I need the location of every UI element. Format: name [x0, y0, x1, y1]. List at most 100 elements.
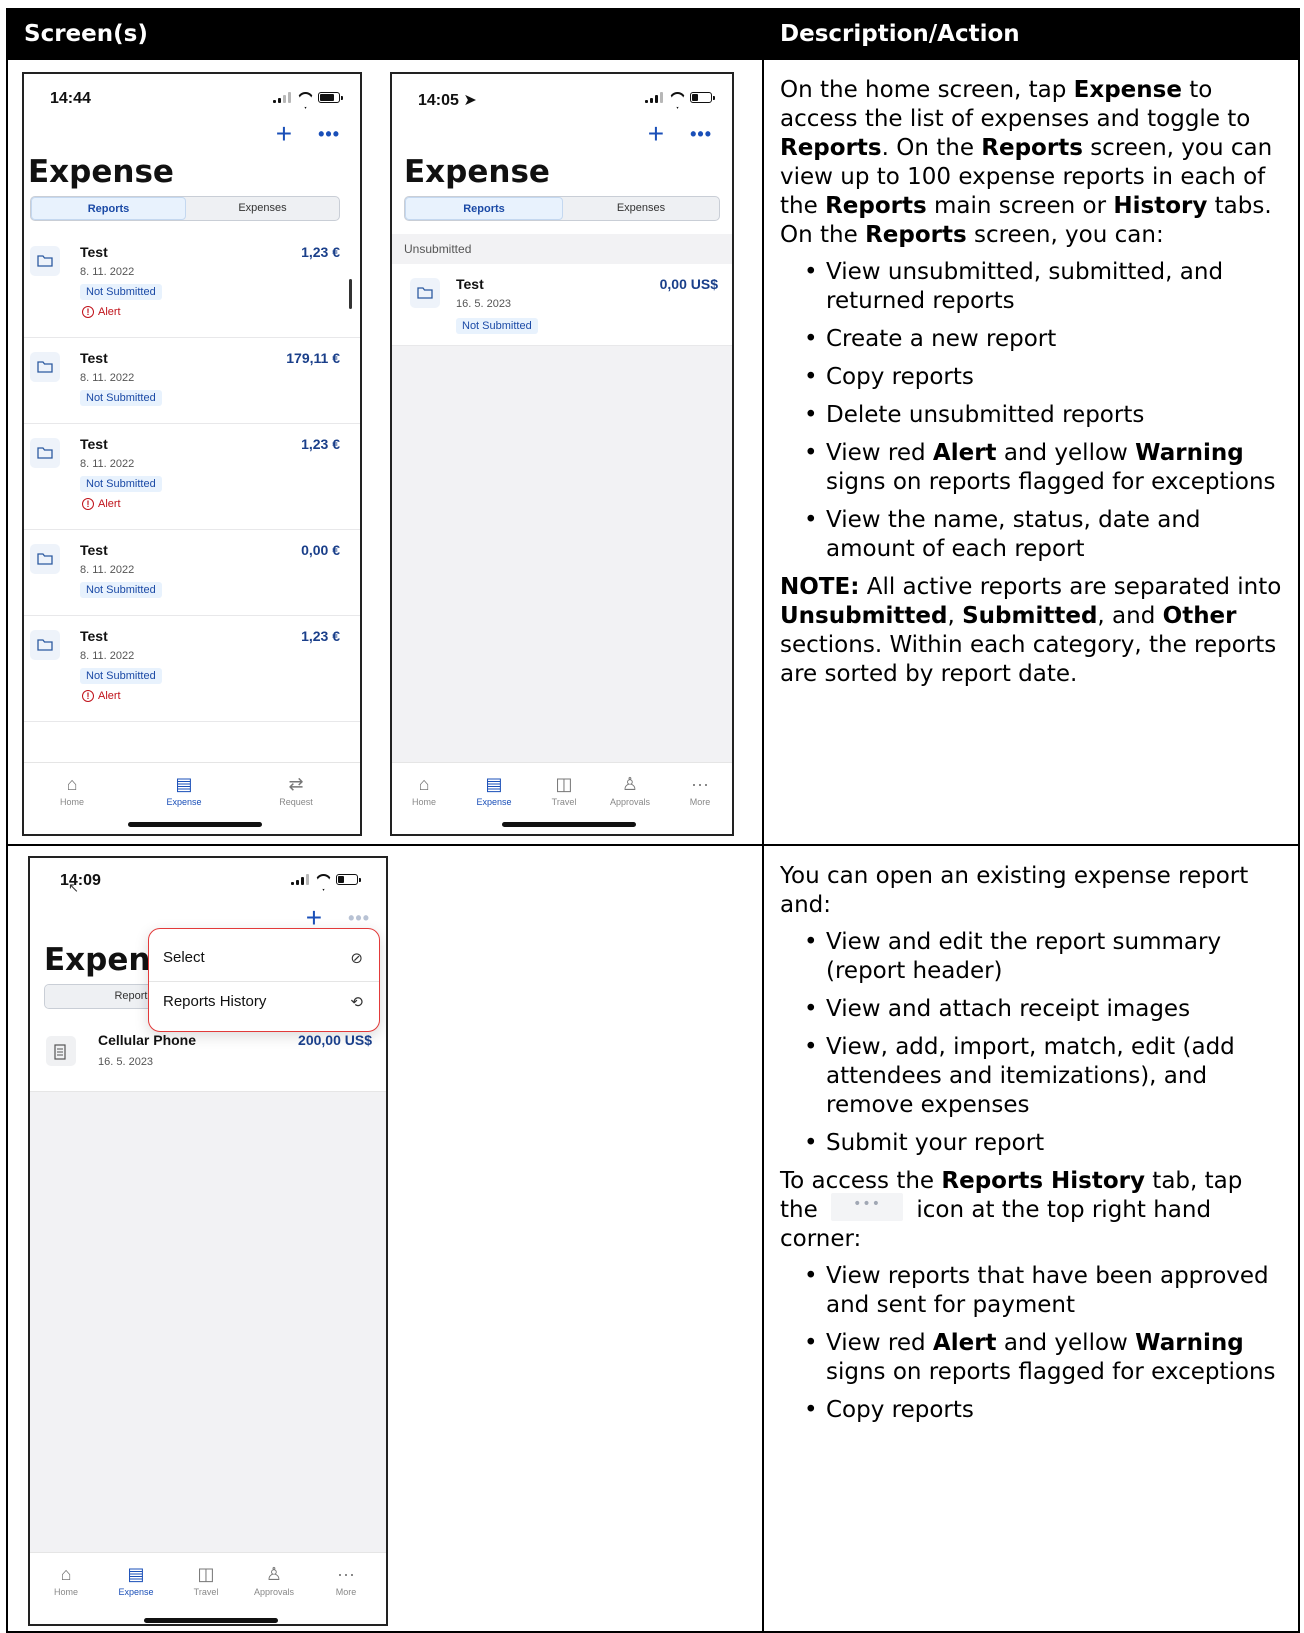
report-row[interactable]: Test 8. 11. 2022 1,23 € Not Submitted ! Alert	[24, 424, 360, 530]
battery-icon	[690, 92, 715, 103]
tab-approvals[interactable]: ♙ Approvals	[600, 773, 660, 807]
page-title: Expense	[28, 154, 174, 190]
report-row[interactable]: Test 8. 11. 2022 0,00 € Not Submitted	[24, 530, 360, 616]
tab-bar: ⌂ Home ▤ Expense ◫ Travel ♙ Approvals ··· Mor…	[30, 1552, 386, 1624]
status-icons	[273, 92, 343, 103]
tab-home[interactable]: ⌂ Home	[394, 773, 454, 807]
tab-reports[interactable]: Reports	[31, 197, 186, 220]
report-row[interactable]: Test 8. 11. 2022 179,11 € Not Submitted	[24, 338, 360, 424]
instructions-table: Screen(s) Description/Action 14:44 + •••…	[6, 8, 1300, 1633]
folder-icon	[30, 544, 60, 574]
wifi-icon	[669, 92, 684, 103]
report-date: 8. 11. 2022	[80, 266, 135, 278]
wifi-icon	[297, 92, 312, 103]
folder-icon	[410, 278, 440, 308]
status-time: 14:05 ➤	[418, 92, 477, 109]
more-icon[interactable]: •••	[348, 909, 370, 927]
tab-home[interactable]: ⌂ Home	[36, 1563, 96, 1597]
more-icon[interactable]: •••	[318, 125, 340, 143]
desc2-bullets-1: View and edit the report summary (report…	[780, 928, 1286, 1158]
header-description: Description/Action	[762, 8, 1300, 60]
report-amount: 1,23 €	[301, 628, 340, 644]
status-badge: Not Submitted	[456, 318, 538, 334]
report-amount: 1,23 €	[301, 244, 340, 260]
more-icon: •••	[831, 1192, 904, 1221]
desc1-bullets: View unsubmitted, submitted, and returne…	[780, 258, 1286, 564]
status-badge: Not Submitted	[80, 476, 162, 492]
top-actions: + •••	[276, 120, 340, 148]
status-badge: Not Submitted	[80, 390, 162, 406]
bullet-item: Delete unsubmitted reports	[780, 401, 1286, 430]
tab-travel[interactable]: ◫ Travel	[176, 1563, 236, 1597]
bullet-item: Copy reports	[780, 363, 1286, 392]
request-icon: ⇄	[288, 774, 304, 794]
check-circle-icon: ⊘	[350, 950, 363, 967]
home-indicator	[144, 1618, 278, 1623]
menu-item-reports-history[interactable]: Reports History ⟲	[163, 993, 363, 1011]
more-icon: ···	[337, 1564, 355, 1584]
tab-more[interactable]: ··· More	[316, 1563, 376, 1597]
history-icon: ⟲	[350, 994, 363, 1011]
tab-travel[interactable]: ◫ Travel	[534, 773, 594, 807]
report-name: Test	[80, 350, 108, 366]
more-icon: ···	[691, 774, 709, 794]
home-icon: ⌂	[66, 774, 78, 794]
report-row[interactable]: Test 8. 11. 2022 1,23 € Not Submitted ! Alert	[24, 616, 360, 722]
more-icon[interactable]: •••	[690, 125, 712, 143]
report-row[interactable]: Cellular Phone 16. 5. 2023 200,00 US$	[30, 1024, 386, 1092]
status-icons	[645, 92, 715, 103]
add-icon[interactable]: +	[648, 120, 664, 148]
tab-more[interactable]: ··· More	[670, 773, 730, 807]
suitcase-icon: ◫	[197, 1564, 215, 1584]
report-row[interactable]: Test 8. 11. 2022 1,23 € Not Submitted ! Alert	[24, 232, 360, 338]
desc2-history-instruction: To access the Reports History tab, tap t…	[780, 1168, 1243, 1252]
tab-expense[interactable]: ▤ Expense	[464, 773, 524, 807]
tab-expenses[interactable]: Expenses	[186, 197, 339, 220]
bullet-item: View the name, status, date and amount o…	[780, 506, 1286, 564]
bullet-item: View red Alert and yellow Warning signs …	[780, 439, 1286, 497]
tab-home[interactable]: ⌂ Home	[42, 773, 102, 807]
tab-expense[interactable]: ▤ Expense	[154, 773, 214, 807]
card-icon: ▤	[485, 774, 503, 794]
folder-icon	[30, 630, 60, 660]
page-top-fragment	[0, 0, 1304, 8]
tab-expense[interactable]: ▤ Expense	[106, 1563, 166, 1597]
home-icon: ⌂	[60, 1564, 72, 1584]
tab-reports[interactable]: Reports	[405, 197, 563, 220]
report-name: Test	[80, 542, 108, 558]
alert-label: ! Alert	[82, 498, 121, 510]
report-amount: 179,11 €	[286, 350, 340, 366]
report-date: 8. 11. 2022	[80, 372, 135, 384]
alert-icon: !	[82, 690, 94, 702]
report-date: 8. 11. 2022	[80, 564, 135, 576]
tab-request[interactable]: ⇄ Request	[266, 773, 326, 807]
status-badge: Not Submitted	[80, 582, 162, 598]
tab-expenses[interactable]: Expenses	[563, 197, 719, 220]
person-check-icon: ♙	[621, 774, 639, 794]
empty-area	[392, 346, 732, 762]
alert-label: ! Alert	[82, 690, 121, 702]
card-icon: ▤	[127, 1564, 145, 1584]
bullet-item: Submit your report	[780, 1129, 1286, 1158]
home-indicator	[128, 822, 262, 827]
status-time: 14:44	[50, 90, 91, 107]
screens-cell-2: 14:09 ↖ + ••• Expens Reports Select ⊘ Re…	[6, 844, 764, 1633]
folder-icon	[30, 438, 60, 468]
segmented-control: Reports Expenses	[30, 196, 340, 221]
tab-reports[interactable]: Reports	[45, 985, 163, 1008]
cursor-icon: ↖	[68, 880, 79, 895]
report-row[interactable]: Test 16. 5. 2023 0,00 US$ Not Submitted	[392, 264, 732, 346]
report-name: Test	[80, 628, 108, 644]
segmented-control: Reports	[44, 984, 164, 1009]
section-unsubmitted: Unsubmitted	[404, 242, 472, 256]
status-badge: Not Submitted	[80, 284, 162, 300]
folder-icon	[30, 352, 60, 382]
bullet-item: Create a new report	[780, 325, 1286, 354]
add-icon[interactable]: +	[276, 120, 292, 148]
screenshot-expense-unsubmitted: 14:05 ➤ + ••• Expense Reports Expenses U…	[390, 72, 734, 836]
bullet-item: View unsubmitted, submitted, and returne…	[780, 258, 1286, 316]
tab-approvals[interactable]: ♙ Approvals	[244, 1563, 304, 1597]
alert-label: ! Alert	[82, 306, 121, 318]
status-icons	[291, 874, 361, 885]
menu-item-select[interactable]: Select ⊘	[163, 949, 363, 967]
